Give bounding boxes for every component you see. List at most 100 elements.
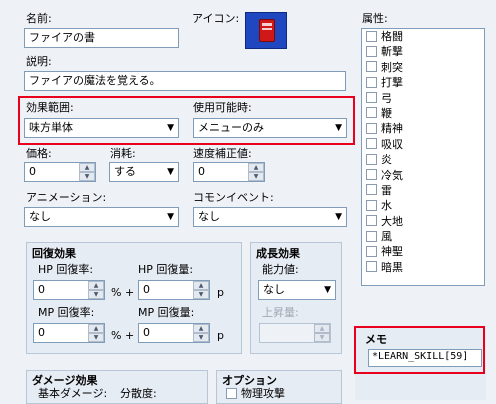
attribute-checkbox[interactable] xyxy=(366,199,377,211)
attribute-checkbox[interactable] xyxy=(366,261,377,273)
attribute-item[interactable]: 精神 xyxy=(362,121,484,136)
attribute-checkbox[interactable] xyxy=(366,153,377,165)
attribute-item[interactable]: 炎 xyxy=(362,152,484,167)
attribute-label: 吸収 xyxy=(381,137,403,151)
mp-rate-spinner[interactable]: 0 ▲ ▼ xyxy=(33,323,105,343)
spin-down-icon[interactable]: ▼ xyxy=(193,290,209,299)
attribute-label: 格闘 xyxy=(381,30,403,43)
attribute-item[interactable]: 風 xyxy=(362,229,484,244)
attribute-checkbox[interactable] xyxy=(366,215,377,227)
consumable-select[interactable]: する ▼ xyxy=(109,162,179,182)
attribute-checkbox[interactable] xyxy=(366,138,377,150)
recovery-title: 回復効果 xyxy=(32,247,76,260)
attribute-label: 斬撃 xyxy=(381,45,403,59)
spin-up-icon[interactable]: ▲ xyxy=(248,163,264,172)
consumable-value: する xyxy=(114,165,136,178)
attribute-item[interactable]: 大地 xyxy=(362,214,484,229)
mp-rate-label: MP 回復率: xyxy=(38,306,95,319)
attribute-checkbox[interactable] xyxy=(366,76,377,88)
attribute-checkbox[interactable] xyxy=(366,92,377,104)
chevron-down-icon: ▼ xyxy=(335,212,342,222)
animation-select[interactable]: なし ▼ xyxy=(24,207,179,227)
attribute-label: 冷気 xyxy=(381,168,403,182)
attribute-label: 炎 xyxy=(381,153,392,167)
attribute-checkbox[interactable] xyxy=(366,122,377,134)
attribute-checkbox[interactable] xyxy=(366,245,377,257)
attribute-checkbox[interactable] xyxy=(366,230,377,242)
animation-label: アニメーション: xyxy=(26,191,107,204)
attribute-item[interactable]: 鞭 xyxy=(362,106,484,121)
attribute-checkbox[interactable] xyxy=(366,184,377,196)
speed-label: 速度補正値: xyxy=(193,147,252,160)
attributes-list[interactable]: 格闘斬撃 刺突打撃弓鞭精神 吸収炎冷気雷水大地風神聖 暗黒 xyxy=(361,28,485,286)
icon-label: アイコン: xyxy=(192,12,240,25)
attribute-label: 大地 xyxy=(381,214,403,228)
attribute-item[interactable]: 斬撃 xyxy=(362,44,484,59)
spin-down-icon[interactable]: ▼ xyxy=(88,333,104,342)
spin-up-icon[interactable]: ▲ xyxy=(88,281,104,290)
spin-up-icon[interactable]: ▲ xyxy=(314,324,330,333)
mp-amount-label: MP 回復量: xyxy=(138,306,195,319)
spin-up-icon[interactable]: ▲ xyxy=(88,324,104,333)
chevron-down-icon: ▼ xyxy=(167,212,174,222)
common-event-select[interactable]: なし ▼ xyxy=(193,207,347,227)
spin-up-icon[interactable]: ▲ xyxy=(193,324,209,333)
attribute-label: 刺突 xyxy=(381,60,403,74)
spin-down-icon[interactable]: ▼ xyxy=(248,172,264,181)
speed-value: 0 xyxy=(198,165,205,178)
physical-checkbox[interactable] xyxy=(226,387,237,399)
attributes-label: 属性: xyxy=(362,12,388,25)
description-field[interactable]: ファイアの魔法を覚える。 xyxy=(24,71,346,91)
spin-down-icon[interactable]: ▼ xyxy=(88,290,104,299)
attribute-label: 風 xyxy=(381,230,392,244)
price-spinner[interactable]: 0 ▲ ▼ xyxy=(24,162,96,182)
hp-rate-value: 0 xyxy=(38,283,45,296)
attribute-item[interactable]: 神聖 xyxy=(362,244,484,259)
speed-spinner[interactable]: 0 ▲ ▼ xyxy=(193,162,265,182)
growth-increase-spinner[interactable]: ▲ ▼ xyxy=(259,323,331,343)
highlight-memo xyxy=(354,326,485,374)
growth-param-label: 能力値: xyxy=(262,263,299,276)
consumable-label: 消耗: xyxy=(110,147,136,160)
attribute-item[interactable]: 暗黒 xyxy=(362,260,484,275)
price-value: 0 xyxy=(29,165,36,178)
attribute-item[interactable]: 刺突 xyxy=(362,60,484,75)
growth-param-select[interactable]: なし ▼ xyxy=(258,280,336,300)
animation-value: なし xyxy=(29,210,51,223)
attribute-item[interactable]: 水 xyxy=(362,198,484,213)
name-label: 名前: xyxy=(26,12,52,25)
growth-increase-label: 上昇量: xyxy=(262,306,299,319)
attribute-checkbox[interactable] xyxy=(366,30,377,42)
icon-picker[interactable] xyxy=(245,12,287,49)
attribute-label: 水 xyxy=(381,199,392,213)
attribute-item[interactable]: 格闘 xyxy=(362,29,484,44)
hp-pct-plus: % + xyxy=(111,286,135,299)
attribute-checkbox[interactable] xyxy=(366,107,377,119)
hp-amount-label: HP 回復量: xyxy=(138,263,194,276)
attribute-label: 雷 xyxy=(381,183,392,197)
attribute-item[interactable]: 吸収 xyxy=(362,137,484,152)
name-field[interactable]: ファイアの書 xyxy=(24,28,179,48)
hp-amount-spinner[interactable]: 0 ▲ ▼ xyxy=(138,280,210,300)
spin-down-icon[interactable]: ▼ xyxy=(79,172,95,181)
attribute-item[interactable]: 弓 xyxy=(362,91,484,106)
spin-up-icon[interactable]: ▲ xyxy=(79,163,95,172)
spin-down-icon[interactable]: ▼ xyxy=(193,333,209,342)
hp-rate-spinner[interactable]: 0 ▲ ▼ xyxy=(33,280,105,300)
attribute-item[interactable]: 打撃 xyxy=(362,75,484,90)
spin-up-icon[interactable]: ▲ xyxy=(193,281,209,290)
red-book-icon xyxy=(259,19,275,42)
mp-rate-value: 0 xyxy=(38,326,45,339)
attribute-checkbox[interactable] xyxy=(366,45,377,57)
spin-down-icon[interactable]: ▼ xyxy=(314,333,330,342)
attribute-item[interactable]: 雷 xyxy=(362,183,484,198)
attribute-label: 弓 xyxy=(381,91,392,105)
attribute-label: 打撃 xyxy=(381,76,403,90)
attribute-item[interactable]: 冷気 xyxy=(362,168,484,183)
mp-amount-spinner[interactable]: 0 ▲ ▼ xyxy=(138,323,210,343)
option-physical[interactable]: 物理攻撃 xyxy=(226,387,285,401)
attribute-label: 暗黒 xyxy=(381,260,403,274)
attribute-checkbox[interactable] xyxy=(366,169,377,181)
attribute-checkbox[interactable] xyxy=(366,61,377,73)
hp-amount-value: 0 xyxy=(143,283,150,296)
